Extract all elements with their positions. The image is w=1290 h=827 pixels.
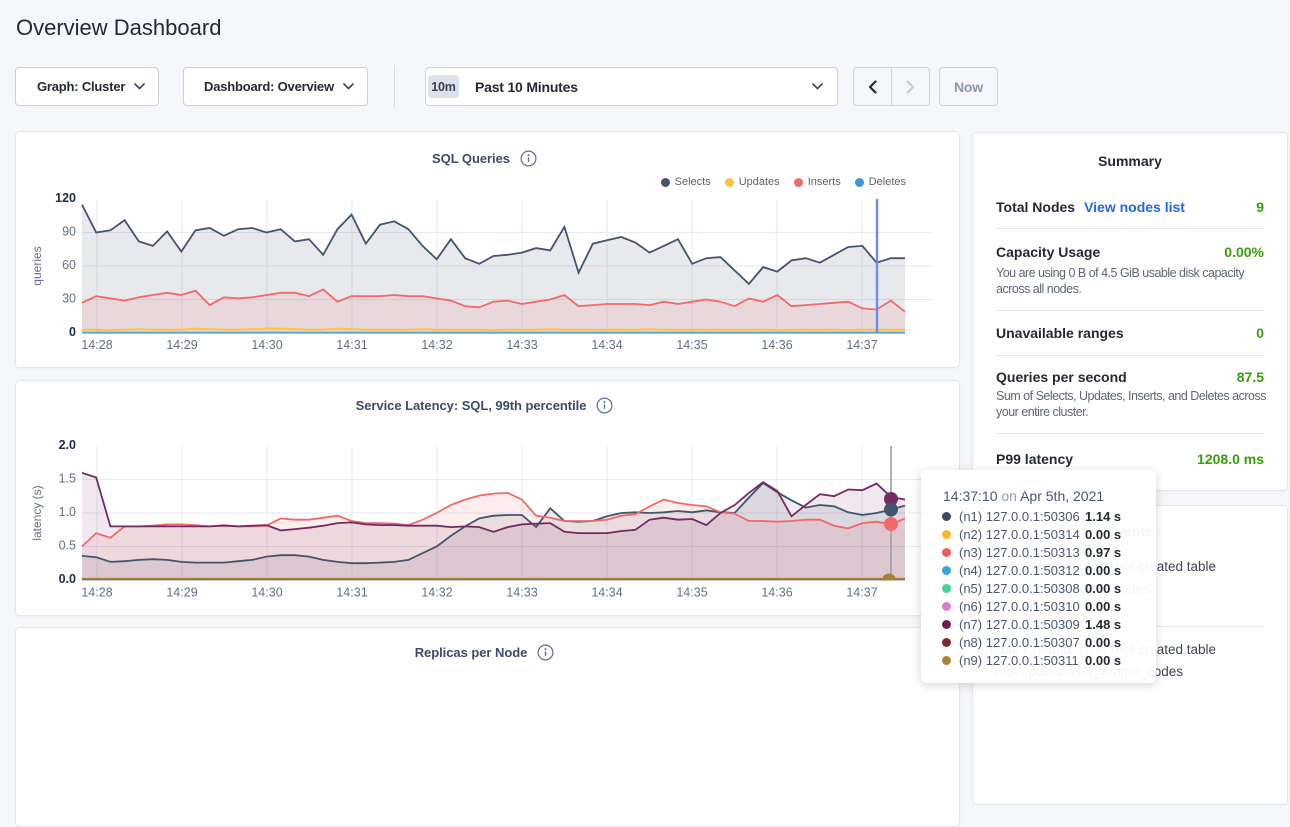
svg-text:14:35: 14:35: [676, 338, 707, 352]
svg-text:14:34: 14:34: [591, 586, 622, 600]
svg-text:14:28: 14:28: [81, 338, 112, 352]
svg-text:14:31: 14:31: [336, 338, 367, 352]
svg-text:2.0: 2.0: [59, 438, 76, 452]
svg-text:14:30: 14:30: [251, 586, 282, 600]
svg-text:14:35: 14:35: [676, 586, 707, 600]
svg-text:queries: queries: [30, 246, 44, 285]
svg-text:14:32: 14:32: [421, 338, 452, 352]
svg-text:14:30: 14:30: [251, 338, 282, 352]
svg-text:14:31: 14:31: [336, 586, 367, 600]
svg-text:14:29: 14:29: [166, 586, 197, 600]
svg-text:30: 30: [62, 291, 76, 305]
svg-text:14:37: 14:37: [846, 586, 877, 600]
svg-text:14:33: 14:33: [506, 338, 537, 352]
svg-text:latency (s): latency (s): [30, 485, 44, 540]
svg-text:14:28: 14:28: [81, 586, 112, 600]
svg-text:14:36: 14:36: [761, 586, 792, 600]
svg-text:1.5: 1.5: [59, 471, 76, 485]
svg-text:14:36: 14:36: [761, 338, 792, 352]
svg-text:14:29: 14:29: [166, 338, 197, 352]
svg-text:1.0: 1.0: [59, 505, 76, 519]
svg-text:0.0: 0.0: [59, 572, 76, 586]
svg-text:14:37: 14:37: [846, 338, 877, 352]
svg-text:0.5: 0.5: [59, 538, 76, 552]
svg-text:14:34: 14:34: [591, 338, 622, 352]
svg-text:0: 0: [69, 325, 76, 339]
svg-text:60: 60: [62, 258, 76, 272]
svg-text:90: 90: [62, 224, 76, 238]
svg-text:14:33: 14:33: [506, 586, 537, 600]
svg-text:14:32: 14:32: [421, 586, 452, 600]
svg-text:120: 120: [55, 191, 76, 205]
